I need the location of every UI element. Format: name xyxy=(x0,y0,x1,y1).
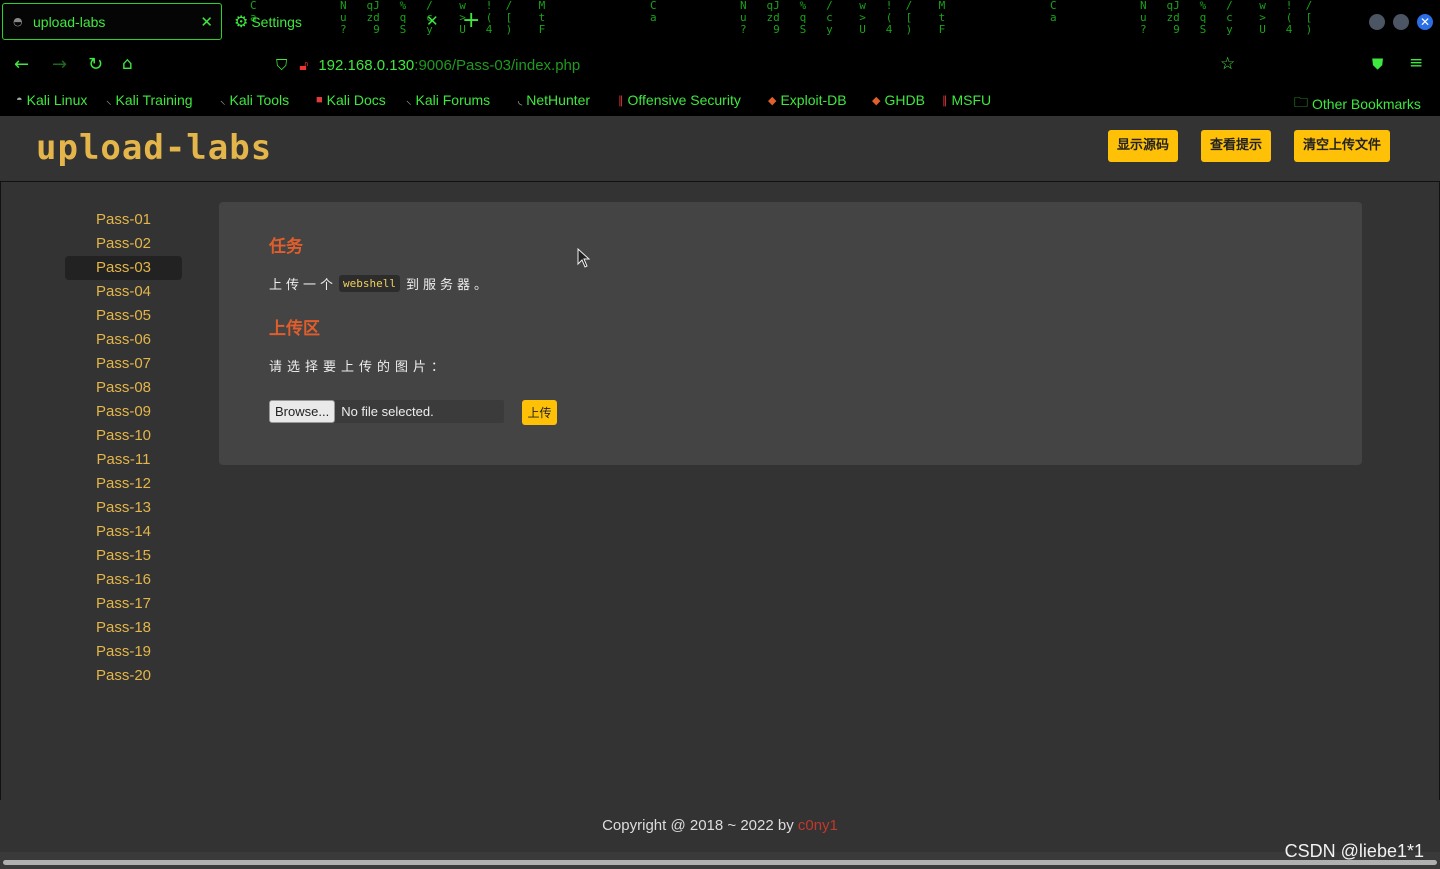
bookmarks-bar: ◓ Kali Linux ⸜ Kali Training ⸜ Kali Tools ■… xyxy=(0,86,1440,116)
bookmark-msfu[interactable]: ∥ MSFU xyxy=(942,92,991,108)
view-hint-button[interactable]: 查看提示 xyxy=(1201,130,1272,162)
close-tab-icon[interactable]: ✕ xyxy=(200,13,213,31)
bookmark-offensive-security[interactable]: ∥ Offensive Security xyxy=(618,92,741,108)
bookmark-kali-training[interactable]: ⸜ Kali Training xyxy=(106,92,193,108)
file-status-text: No file selected. xyxy=(341,404,434,419)
browser-tab-bar: C a N qJ % / w ! / M u zd q c > ( [ t ? … xyxy=(0,0,1440,44)
show-source-button[interactable]: 显示源码 xyxy=(1108,130,1179,162)
exploit-db-icon: ◆ xyxy=(768,94,777,107)
task-panel: 任务 上传一个 webshell 到服务器。 上传区 请选择要上传的图片： Br… xyxy=(219,202,1362,465)
sidebar-item-pass-13[interactable]: Pass-13 xyxy=(65,496,182,520)
tab-settings[interactable]: ⚙ Settings xyxy=(234,12,302,32)
sidebar-item-pass-18[interactable]: Pass-18 xyxy=(65,616,182,640)
ghdb-icon: ◆ xyxy=(872,94,881,107)
upload-heading: 上传区 xyxy=(269,319,320,339)
task-suffix: 到服务器。 xyxy=(406,278,492,293)
sidebar-item-pass-16[interactable]: Pass-16 xyxy=(65,568,182,592)
copyright-text: Copyright @ 2018 ~ 2022 by c0ny1 xyxy=(602,817,838,834)
pass-sidebar: Pass-01 Pass-02 Pass-03 Pass-04 Pass-05 … xyxy=(65,208,182,688)
tab-title: upload-labs xyxy=(33,13,106,30)
upload-submit-button[interactable]: 上传 xyxy=(522,400,557,425)
nethunter-icon: ◟ xyxy=(518,94,523,107)
sidebar-item-pass-09[interactable]: Pass-09 xyxy=(65,400,182,424)
sidebar-item-pass-15[interactable]: Pass-15 xyxy=(65,544,182,568)
reload-icon[interactable]: ↻ xyxy=(88,54,103,75)
close-tab-icon[interactable]: ✕ xyxy=(426,12,439,30)
docs-icon: ■ xyxy=(316,94,323,106)
browser-nav-bar: ← → ↻ ⌂ ⛉ 🔓︎ 192.168.0.130:9006/Pass-03/… xyxy=(0,44,1440,86)
kali-dragon-icon: ⸜ xyxy=(406,94,412,107)
url-host: 192.168.0.130 xyxy=(318,56,415,74)
task-prefix: 上传一个 xyxy=(269,278,338,293)
gear-icon: ⚙ xyxy=(234,14,249,31)
webshell-code-tag: webshell xyxy=(339,275,400,292)
bookmark-exploit-db[interactable]: ◆ Exploit-DB xyxy=(768,92,847,108)
clear-uploads-button[interactable]: 清空上传文件 xyxy=(1294,130,1391,162)
main-area: Pass-01 Pass-02 Pass-03 Pass-04 Pass-05 … xyxy=(0,182,1440,800)
insecure-lock-icon: 🔓︎ xyxy=(299,56,309,73)
sidebar-item-pass-06[interactable]: Pass-06 xyxy=(65,328,182,352)
other-bookmarks[interactable]: 🗀︎ Other Bookmarks xyxy=(1294,92,1421,116)
kali-dragon-icon: ⸜ xyxy=(106,94,112,107)
bookmark-nethunter[interactable]: ◟ NetHunter xyxy=(518,92,590,108)
csdn-watermark: CSDN @liebe1*1 xyxy=(1284,841,1424,861)
sidebar-item-pass-03[interactable]: Pass-03 xyxy=(65,256,182,280)
sidebar-item-pass-17[interactable]: Pass-17 xyxy=(65,592,182,616)
horizontal-scrollbar[interactable] xyxy=(0,852,1440,869)
bookmark-kali-docs[interactable]: ■ Kali Docs xyxy=(316,92,386,108)
page-footer: Copyright @ 2018 ~ 2022 by c0ny1 xyxy=(0,800,1440,852)
bookmark-kali-tools[interactable]: ⸜ Kali Tools xyxy=(220,92,289,108)
sidebar-item-pass-04[interactable]: Pass-04 xyxy=(65,280,182,304)
bookmark-star-icon[interactable]: ☆ xyxy=(1220,54,1235,74)
offsec-icon: ∥ xyxy=(618,94,624,107)
sidebar-item-pass-14[interactable]: Pass-14 xyxy=(65,520,182,544)
browse-button[interactable]: Browse... xyxy=(269,400,336,423)
sidebar-item-pass-01[interactable]: Pass-01 xyxy=(65,208,182,232)
url-bar[interactable]: ⛉ 🔓︎ 192.168.0.130:9006/Pass-03/index.ph… xyxy=(270,50,1250,80)
minimize-window-button[interactable] xyxy=(1369,14,1385,30)
upload-labs-logo: upload-labs xyxy=(36,128,273,168)
bookmark-kali-forums[interactable]: ⸜ Kali Forums xyxy=(406,92,490,108)
mouse-cursor-icon xyxy=(577,248,591,268)
task-heading: 任务 xyxy=(269,237,303,257)
bookmark-ghdb[interactable]: ◆ GHDB xyxy=(872,92,925,108)
sidebar-item-pass-12[interactable]: Pass-12 xyxy=(65,472,182,496)
sidebar-item-pass-10[interactable]: Pass-10 xyxy=(65,424,182,448)
sidebar-item-pass-19[interactable]: Pass-19 xyxy=(65,640,182,664)
sidebar-item-pass-11[interactable]: Pass-11 xyxy=(65,448,182,472)
sidebar-item-pass-05[interactable]: Pass-05 xyxy=(65,304,182,328)
pocket-icon[interactable]: ⛊ xyxy=(1372,55,1383,73)
bookmark-kali-linux[interactable]: ◓ Kali Linux xyxy=(16,92,87,108)
sidebar-item-pass-20[interactable]: Pass-20 xyxy=(65,664,182,688)
back-arrow-icon[interactable]: ← xyxy=(14,54,29,75)
kali-dragon-icon: ◓ xyxy=(16,94,23,106)
sidebar-item-pass-07[interactable]: Pass-07 xyxy=(65,352,182,376)
kali-favicon-icon: ◓ xyxy=(13,14,23,28)
file-input[interactable]: Browse... No file selected. xyxy=(269,400,504,423)
new-tab-plus-icon[interactable]: + xyxy=(462,8,480,33)
home-icon[interactable]: ⌂ xyxy=(122,54,133,74)
url-path: :9006/Pass-03/index.php xyxy=(414,56,581,74)
sidebar-item-pass-02[interactable]: Pass-02 xyxy=(65,232,182,256)
kali-dragon-icon: ⸜ xyxy=(220,94,226,107)
author-link[interactable]: c0ny1 xyxy=(798,817,838,834)
folder-icon: 🗀︎ xyxy=(1294,94,1308,110)
page-header: upload-labs 显示源码 查看提示 清空上传文件 xyxy=(0,116,1440,182)
maximize-window-button[interactable] xyxy=(1393,14,1409,30)
tab-upload-labs[interactable]: ◓ upload-labs ✕ xyxy=(2,3,222,40)
choose-image-label: 请选择要上传的图片： xyxy=(269,360,450,375)
shield-icon: ⛉ xyxy=(276,56,288,74)
hamburger-menu-icon[interactable]: ≡ xyxy=(1409,53,1423,73)
tab-title: Settings xyxy=(251,14,302,30)
offsec-icon: ∥ xyxy=(942,94,948,107)
forward-arrow-icon[interactable]: → xyxy=(52,54,67,75)
task-description: 上传一个 webshell 到服务器。 xyxy=(269,274,491,293)
sidebar-item-pass-08[interactable]: Pass-08 xyxy=(65,376,182,400)
close-window-button[interactable]: ✕ xyxy=(1417,14,1433,30)
scrollbar-thumb[interactable] xyxy=(3,860,1437,865)
